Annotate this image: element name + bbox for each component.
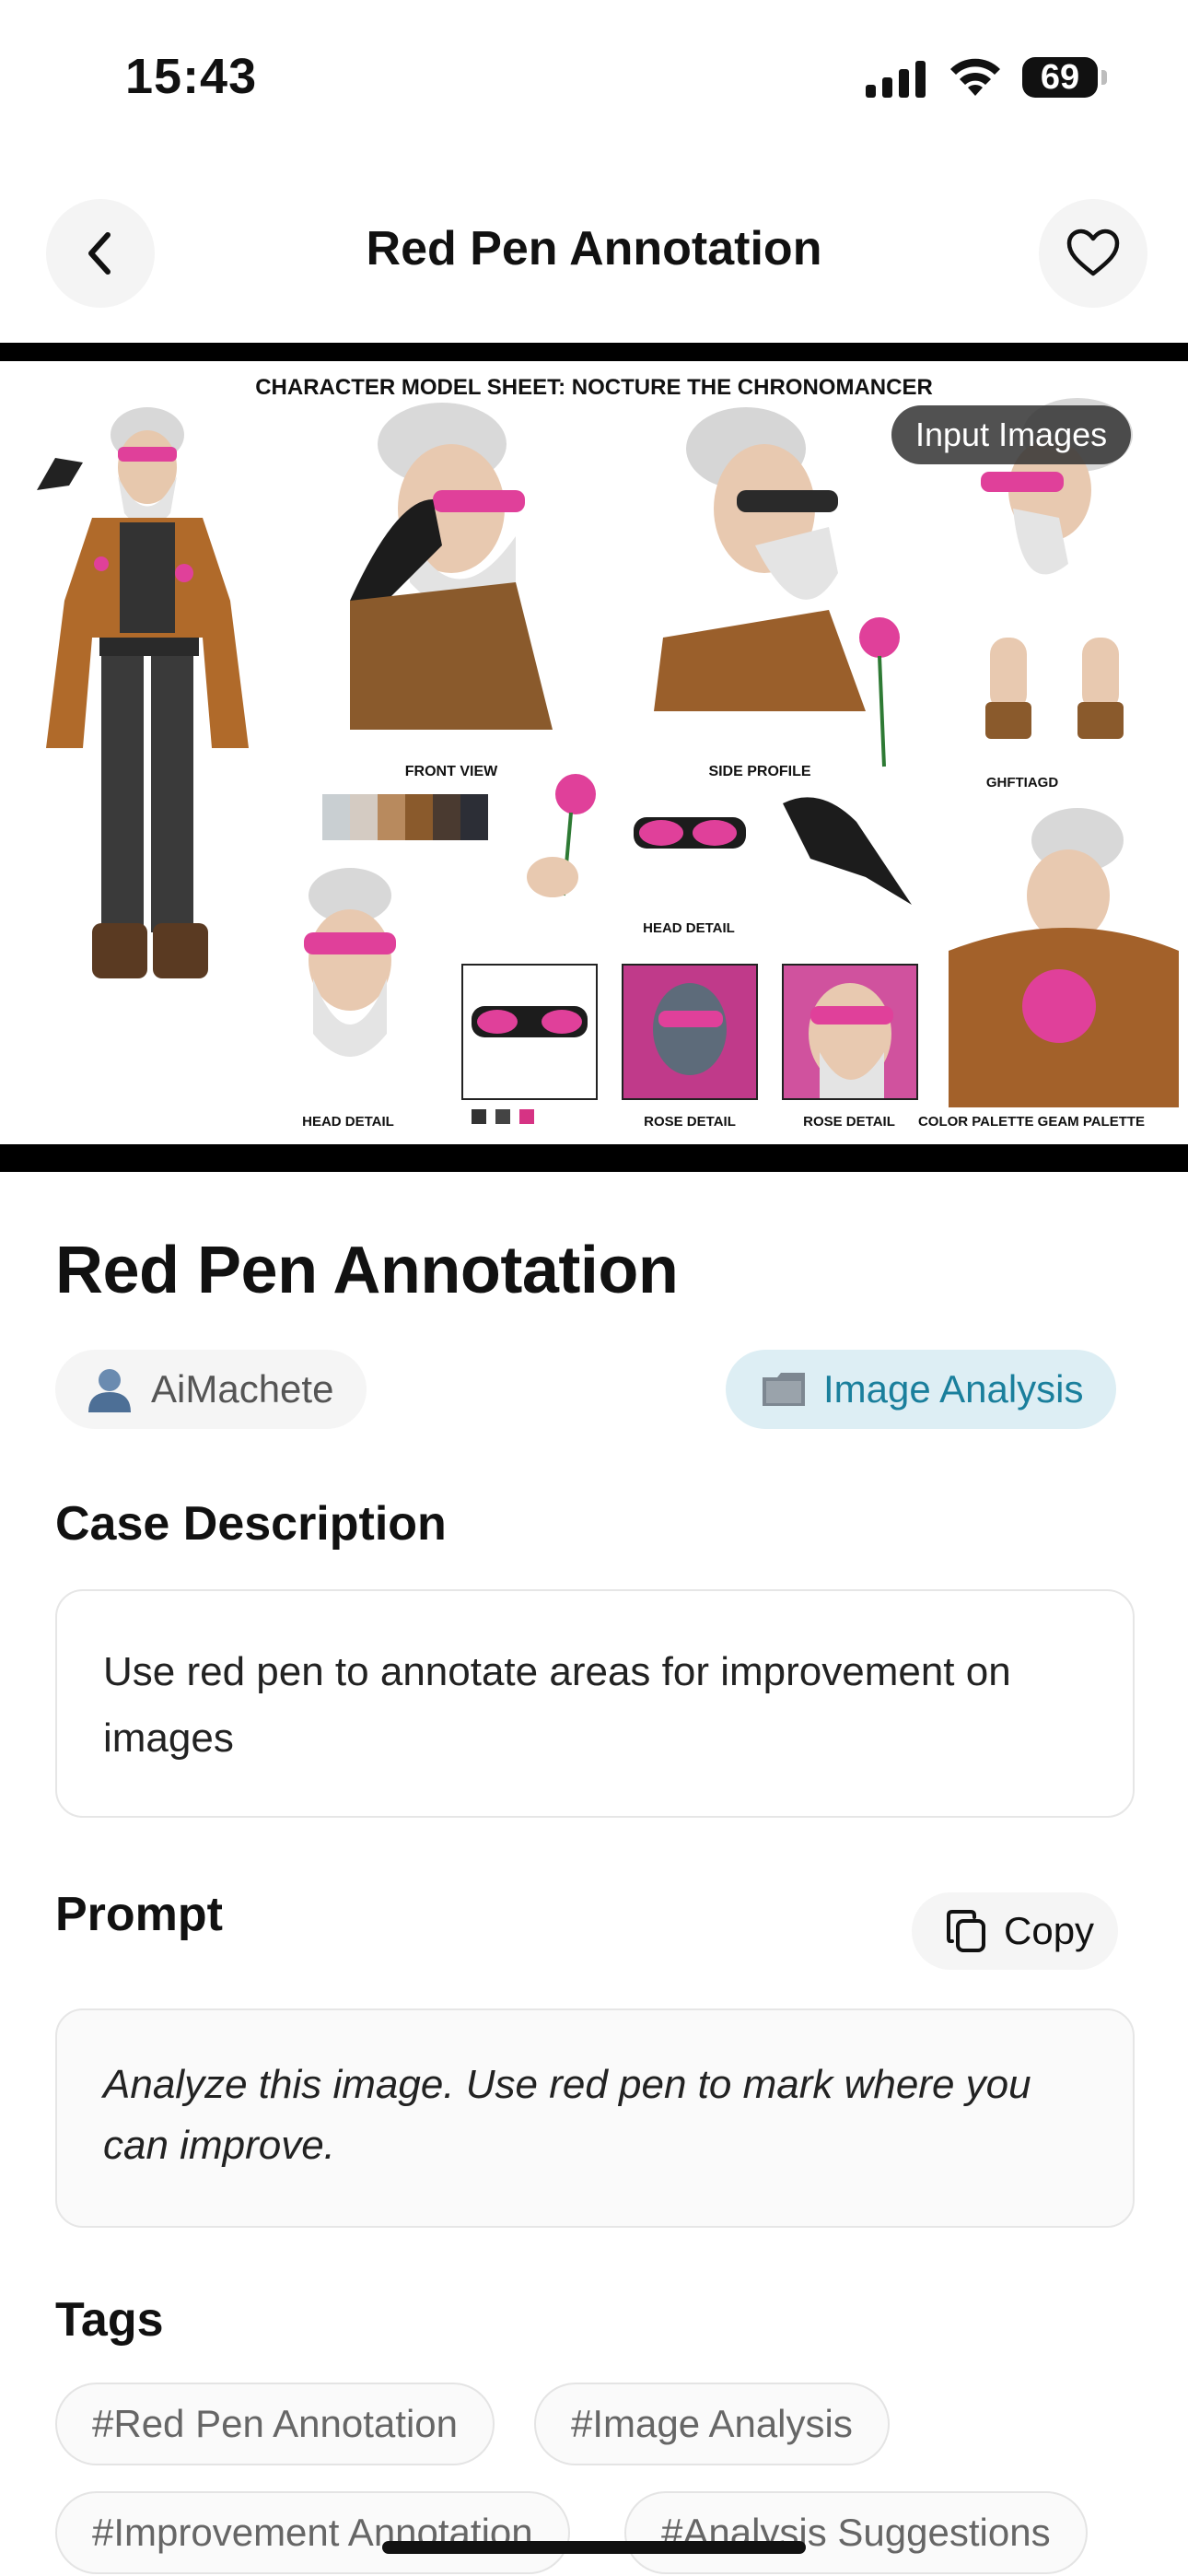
author-name: AiMachete [151,1367,334,1411]
label-color-palette: COLOR PALETTE GEAM PALETTE [918,1114,1145,1130]
bottom-detail-row: HEAD DETAIL ROSE DETAIL ROSE DETAIL COLO… [302,808,1179,1130]
prompt-text: Analyze this image. Use red pen to mark … [103,2062,1031,2168]
battery-icon: 69 [1022,57,1107,98]
page-title: Red Pen Annotation [55,1234,679,1307]
prompt-box: Analyze this image. Use red pen to mark … [55,2008,1135,2228]
copy-label: Copy [1004,1909,1095,1952]
copy-icon [945,1908,987,1954]
side-profile-view: SIDE PROFILE [654,407,900,779]
label-rose-detail-2: ROSE DETAIL [803,1114,895,1130]
signal-icon [866,59,926,98]
hero-image-frame: CHARACTER MODEL SHEET: NOCTURE THE CHRON… [0,343,1188,1172]
accessory-details: HEAD DETAIL [527,774,912,936]
status-time: 15:43 [125,49,258,104]
prompt-heading: Prompt [55,1888,223,1941]
mini-palette-swatch [472,1109,486,1124]
mini-palette-swatch [495,1109,510,1124]
palette-swatch [433,794,460,840]
palette-swatch [460,794,488,840]
mini-swatch-row [472,1109,534,1124]
label-head-detail-bottom: HEAD DETAIL [302,1114,394,1130]
character-sheet-illustration: CHARACTER MODEL SHEET: NOCTURE THE CHRON… [37,375,1179,1130]
sheet-title: CHARACTER MODEL SHEET: NOCTURE THE CHRON… [255,375,933,400]
character-model-sheet-image[interactable]: CHARACTER MODEL SHEET: NOCTURE THE CHRON… [0,361,1188,1144]
palette-swatch [378,794,405,840]
color-swatch-row [322,794,488,840]
tag-chip[interactable]: #Analysis Suggestions [624,2491,1088,2574]
author-chip[interactable]: AiMachete [55,1350,367,1429]
case-description-heading: Case Description [55,1497,447,1551]
palette-swatch [350,794,378,840]
heart-outline-icon [1066,228,1120,276]
palette-swatch [405,794,433,840]
home-indicator[interactable] [382,2541,806,2554]
label-front-view: FRONT VIEW [405,764,498,779]
tag-chip[interactable]: #Improvement Annotation [55,2491,570,2574]
copy-button[interactable]: Copy [912,1892,1119,1970]
status-bar: 15:43 69 [0,0,1188,157]
battery-percent: 69 [1040,57,1080,97]
folder-icon [761,1370,807,1409]
wifi-icon [950,58,1000,96]
tag-chip[interactable]: #Red Pen Annotation [55,2383,495,2465]
user-icon [85,1366,134,1412]
label-head-detail-top: HEAD DETAIL [643,920,735,936]
mini-palette-swatch [519,1109,534,1124]
favorite-button[interactable] [1039,199,1147,308]
case-description-box: Use red pen to annotate areas for improv… [55,1589,1135,1818]
top-navigation-bar: Red Pen Annotation [0,193,1188,313]
palette-swatch [322,794,350,840]
tags-heading: Tags [55,2293,164,2347]
nav-title: Red Pen Annotation [366,222,822,275]
tag-chip[interactable]: #Image Analysis [534,2383,890,2465]
category-chip[interactable]: Image Analysis [726,1350,1117,1429]
label-side-profile: SIDE PROFILE [708,764,810,779]
case-description-text: Use red pen to annotate areas for improv… [103,1649,1011,1761]
full-body-figure [37,407,249,978]
label-hands: GHFTIAGD [986,775,1058,790]
label-rose-detail-1: ROSE DETAIL [644,1114,736,1130]
input-images-badge[interactable]: Input Images [891,405,1132,464]
category-name: Image Analysis [823,1367,1084,1411]
head-three-quarter-view: FRONT VIEW [350,403,553,779]
